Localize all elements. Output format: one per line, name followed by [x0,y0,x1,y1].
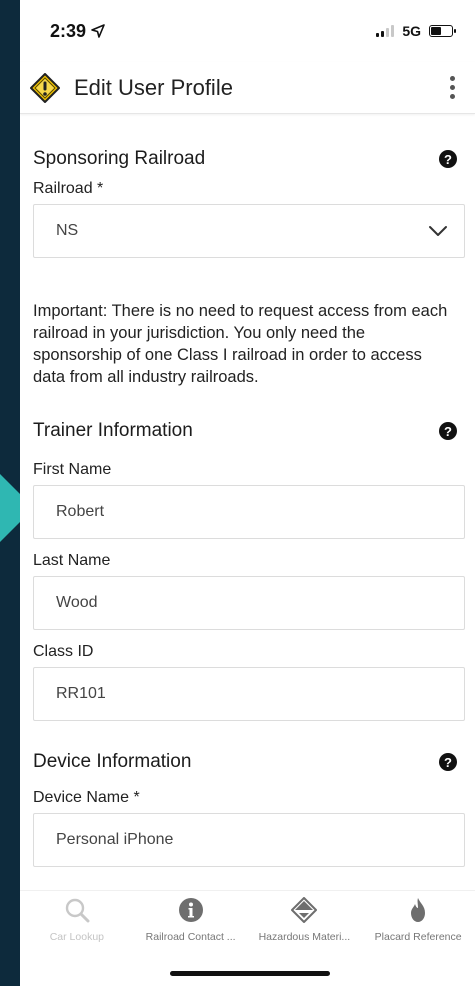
nav-railroad-contact[interactable]: Railroad Contact ... [134,891,248,960]
class-id-input[interactable]: RR101 [33,667,465,721]
first-name-input[interactable]: Robert [33,485,465,539]
app-bar: Edit User Profile [20,62,475,114]
battery-icon [429,25,456,37]
status-bar: 2:39 5G [20,0,475,62]
nav-label: Placard Reference [374,931,462,943]
home-indicator[interactable] [170,971,330,976]
profile-form: Sponsoring Railroad ? Railroad * NS Impo… [20,114,475,867]
section-device-information: Device Information ? [33,751,465,773]
last-name-value: Wood [56,594,98,611]
bottom-nav: Car Lookup Railroad Contact ... Hazardou… [20,890,475,960]
section-trainer-information: Trainer Information ? [33,420,465,442]
help-icon[interactable]: ? [439,422,457,440]
phone-screen: 2:39 5G Edit User Profile Sponsoring Rai… [20,0,475,986]
nav-label: Car Lookup [49,931,105,943]
last-name-input[interactable]: Wood [33,576,465,630]
chevron-down-icon [429,226,447,236]
page-title: Edit User Profile [74,74,233,100]
class-id-value: RR101 [56,685,106,702]
info-icon [178,898,203,922]
status-time: 2:39 [50,20,87,41]
nav-hazardous-materials[interactable]: Hazardous Materi... [248,891,362,960]
section-title: Sponsoring Railroad [33,148,206,169]
device-name-input[interactable]: Personal iPhone [33,813,465,867]
help-icon[interactable]: ? [439,150,457,168]
search-icon [65,898,90,923]
first-name-label: First Name [33,461,112,478]
signal-icon [376,25,395,37]
flame-icon [411,898,426,922]
help-icon[interactable]: ? [439,753,457,771]
section-title: Device Information [33,751,192,772]
sponsorship-notice: Important: There is no need to request a… [33,302,448,386]
status-indicators: 5G [376,23,456,39]
railroad-select[interactable]: NS [33,204,465,258]
nav-label: Hazardous Materi... [258,931,351,943]
app-logo-icon [30,72,60,103]
location-arrow-icon [91,24,105,38]
last-name-label: Last Name [33,552,111,569]
device-name-value: Personal iPhone [56,831,174,848]
nav-placard-reference[interactable]: Placard Reference [361,891,475,960]
railroad-label: Railroad * [33,180,104,197]
first-name-value: Robert [56,503,105,520]
status-time-group: 2:39 [50,21,105,42]
network-type: 5G [402,23,421,39]
section-title: Trainer Information [33,420,193,441]
hazmat-placard-icon [291,897,318,923]
battery-level [431,27,441,35]
device-name-label: Device Name * [33,789,140,806]
class-id-label: Class ID [33,643,94,660]
nav-car-lookup[interactable]: Car Lookup [20,891,134,960]
section-sponsoring-railroad: Sponsoring Railroad ? [33,148,465,170]
railroad-value: NS [56,222,79,239]
nav-label: Railroad Contact ... [145,931,236,943]
more-options-icon[interactable] [442,72,463,103]
